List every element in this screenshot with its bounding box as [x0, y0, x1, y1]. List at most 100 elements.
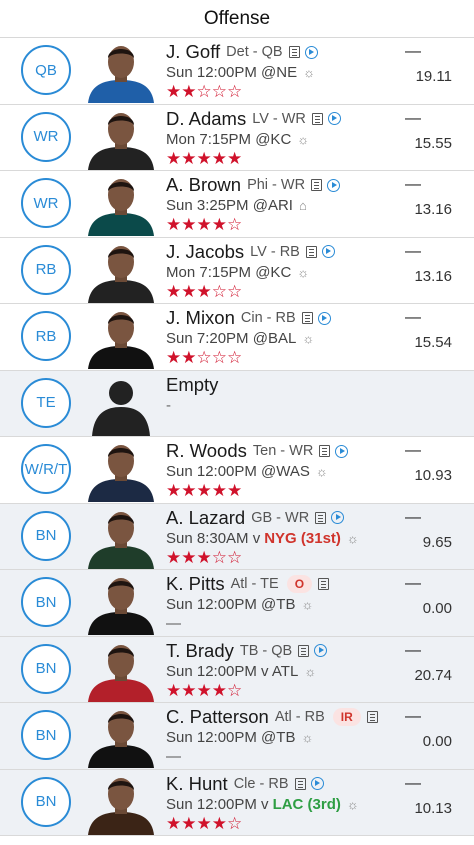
injury-status-badge: O [286, 575, 313, 593]
sun-icon: ☼ [346, 530, 359, 546]
roster-row[interactable]: BN A. Lazard GB - WR Sun 8:30AM v NYG (31st)… [0, 503, 474, 570]
play-video-icon[interactable] [327, 178, 341, 192]
notes-icon[interactable] [288, 46, 300, 58]
player-name-link[interactable]: C. Patterson [166, 706, 269, 728]
position-label: W/R/T [24, 460, 68, 478]
game-time: Sun 3:25PM @ARI [166, 197, 293, 214]
notes-icon[interactable] [319, 445, 331, 457]
player-team-position: Cle - RB [233, 775, 289, 792]
roster-row[interactable]: W/R/T R. Woods Ten - WR Sun 12:00PM @WAS ☼ ★★… [0, 437, 474, 504]
roster-row[interactable]: WR A. Brown Phi - WR Sun 3:25PM @ARI ⌂ ★★★★☆ —… [0, 171, 474, 238]
position-slot-button[interactable]: BN [21, 710, 71, 760]
position-slot-button[interactable]: RB [21, 244, 71, 295]
game-info: Sun 3:25PM @ARI ⌂ [166, 197, 307, 214]
player-name-link[interactable]: T. Brady [166, 640, 234, 662]
projected-points: 0.00 [422, 733, 452, 750]
game-time: Mon 7:15PM @KC [166, 263, 292, 281]
player-team-position: GB - WR [251, 509, 310, 526]
projected-points: 15.54 [414, 334, 452, 351]
player-name-link[interactable]: J. Goff [166, 41, 220, 63]
position-slot-button[interactable]: TE [21, 377, 71, 428]
empty-player-silhouette [92, 380, 150, 436]
game-info: Sun 12:00PM @TB ☼ [166, 729, 313, 746]
notes-icon[interactable] [311, 112, 323, 125]
position-slot-button[interactable]: BN [21, 776, 71, 827]
position-slot-button[interactable]: W/R/T [21, 444, 71, 494]
player-name-link[interactable]: J. Jacobs [166, 241, 244, 263]
sun-icon: ☼ [301, 597, 314, 612]
notes-icon[interactable] [301, 312, 313, 324]
player-photo [86, 572, 156, 635]
projected-points: 10.13 [414, 799, 452, 817]
sun-icon: ☼ [315, 464, 328, 479]
play-video-icon[interactable] [304, 45, 318, 59]
game-info: Sun 12:00PM v LAC (3rd) ☼ [166, 796, 359, 813]
sun-icon: ☼ [346, 796, 359, 812]
section-title: Offense [203, 7, 271, 29]
projection-placeholder: — [405, 43, 421, 60]
rating-stars: ★★★★★ [166, 481, 243, 500]
game-info: Sun 12:00PM v ATL ☼ [166, 663, 316, 680]
game-time: Sun 7:20PM @BAL [166, 330, 297, 347]
roster-row[interactable]: RB J. Mixon Cin - RB Sun 7:20PM @BAL ☼ ★★☆☆☆ —… [0, 304, 474, 371]
position-slot-button[interactable]: QB [21, 45, 71, 95]
notes-icon[interactable] [298, 644, 310, 657]
roster-row[interactable]: BN K. Hunt Cle - RB Sun 12:00PM v LAC (3rd) ☼… [0, 769, 474, 836]
notes-icon[interactable] [366, 711, 378, 723]
roster-row[interactable]: WR D. Adams LV - WR Mon 7:15PM @KC ☼ ★★★★★ — 15… [0, 105, 474, 171]
player-team-position: Cin - RB [240, 310, 296, 326]
position-slot-button[interactable]: WR [21, 178, 71, 228]
roster-row[interactable]: QB J. Goff Det - QB Sun 12:00PM @NE ☼ ★★☆☆☆ — 1… [0, 38, 474, 105]
game-info: Sun 8:30AM v NYG (31st) ☼ [166, 530, 359, 547]
player-name-link[interactable]: R. Woods [166, 440, 247, 462]
dome-icon: ⌂ [298, 198, 307, 213]
opponent-rank: NYG (31st) [264, 529, 341, 547]
player-name-link[interactable]: A. Lazard [166, 507, 245, 529]
game-time: Mon 7:15PM @KC [166, 130, 292, 148]
play-video-icon[interactable] [327, 112, 341, 125]
play-video-icon[interactable] [317, 311, 331, 325]
player-name-link[interactable]: A. Brown [166, 174, 241, 196]
player-photo [86, 173, 156, 236]
roster-row[interactable]: BN K. Pitts Atl - TE O Sun 12:00PM @TB ☼ — —0.0… [0, 570, 474, 637]
notes-icon[interactable] [311, 179, 323, 191]
position-slot-button[interactable]: BN [21, 577, 71, 627]
notes-icon[interactable] [294, 777, 306, 790]
position-slot-button[interactable]: BN [21, 643, 71, 694]
game-time: Sun 12:00PM @TB [166, 729, 296, 746]
position-slot-button[interactable]: RB [21, 311, 71, 361]
roster-list: QB J. Goff Det - QB Sun 12:00PM @NE ☼ ★★☆☆☆ — 1… [0, 38, 474, 836]
player-name-link[interactable]: K. Pitts [166, 573, 225, 595]
player-name-link[interactable]: K. Hunt [166, 773, 228, 795]
projected-points: 0.00 [422, 600, 452, 617]
section-header: Offense [0, 0, 474, 38]
roster-row[interactable]: RB J. Jacobs LV - RB Mon 7:15PM @KC ☼ ★★★☆☆ — 1… [0, 238, 474, 304]
roster-row[interactable]: BN C. Patterson Atl - RB IR Sun 12:00PM @TB ☼… [0, 703, 474, 770]
injury-status-badge: IR [332, 708, 361, 726]
notes-icon[interactable] [315, 511, 327, 524]
rating-stars: ★★★★★ [166, 148, 243, 168]
roster-row[interactable]: BN T. Brady TB - QB Sun 12:00PM v ATL ☼ ★★★★☆… [0, 636, 474, 703]
player-team-position: LV - WR [252, 110, 306, 127]
position-slot-button[interactable]: BN [21, 510, 71, 561]
projection-placeholder: — [405, 109, 421, 127]
play-video-icon[interactable] [331, 511, 345, 524]
roster-row[interactable]: TE Empty - [0, 370, 474, 437]
player-team-position: Ten - WR [252, 443, 314, 459]
sun-icon: ☼ [303, 65, 316, 80]
empty-slot-sub: - [166, 396, 171, 414]
position-label: RB [35, 327, 57, 345]
play-video-icon[interactable] [321, 245, 335, 258]
player-photo [86, 439, 156, 502]
notes-icon[interactable] [305, 245, 317, 258]
play-video-icon[interactable] [310, 777, 324, 790]
position-slot-button[interactable]: WR [21, 111, 71, 162]
position-label: RB [35, 261, 57, 278]
player-name-link[interactable]: D. Adams [166, 108, 246, 130]
play-video-icon[interactable] [314, 644, 328, 657]
notes-icon[interactable] [318, 578, 330, 590]
player-photo [86, 705, 156, 768]
play-video-icon[interactable] [335, 444, 349, 458]
player-name-link[interactable]: J. Mixon [166, 307, 235, 329]
projection-placeholder: — [405, 176, 421, 193]
